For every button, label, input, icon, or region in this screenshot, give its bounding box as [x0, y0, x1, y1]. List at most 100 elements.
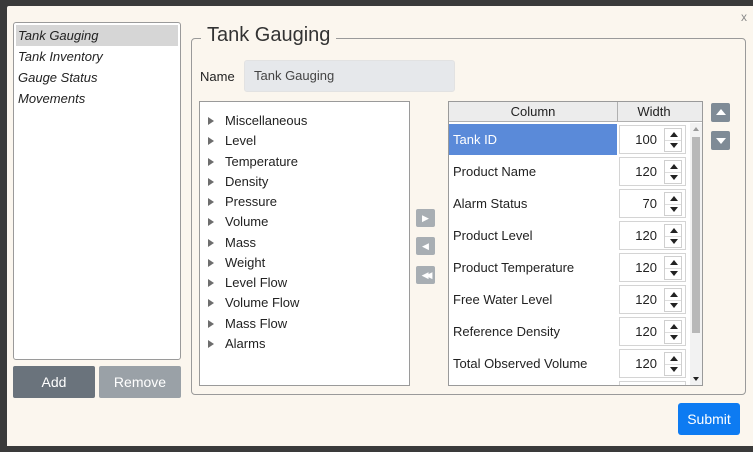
width-stepper[interactable]: 120 — [619, 253, 686, 282]
spin-down-icon[interactable] — [670, 303, 678, 308]
expand-triangle-icon[interactable] — [208, 178, 214, 186]
remove-button[interactable]: Remove — [99, 366, 181, 398]
spin-down-icon[interactable] — [670, 335, 678, 340]
tree-item-label: Level — [225, 133, 257, 148]
scroll-thumb[interactable] — [692, 137, 700, 333]
grid-scrollbar[interactable] — [690, 123, 702, 385]
move-down-icon[interactable] — [711, 131, 730, 150]
tree-item-density[interactable]: Density — [208, 172, 268, 192]
close-icon[interactable]: x — [741, 10, 753, 24]
tree-item-label: Weight — [225, 255, 266, 270]
row-name: Total Observed Volume — [453, 356, 588, 371]
name-field[interactable]: Tank Gauging — [244, 60, 455, 92]
spin-down-icon[interactable] — [670, 175, 678, 180]
width-stepper[interactable]: 120 — [619, 157, 686, 186]
spinner[interactable] — [664, 192, 682, 216]
scroll-up-icon[interactable] — [693, 127, 699, 131]
expand-triangle-icon[interactable] — [208, 117, 214, 125]
tree-item-level[interactable]: Level — [208, 131, 256, 151]
width-stepper[interactable]: 100 — [619, 125, 686, 154]
view-list: Tank Gauging Tank Inventory Gauge Status… — [13, 22, 181, 360]
spin-up-icon[interactable] — [670, 260, 678, 265]
spin-up-icon[interactable] — [670, 324, 678, 329]
table-row[interactable]: Reference Density 120 — [449, 316, 689, 347]
list-item-movements[interactable]: Movements — [14, 88, 180, 109]
add-button[interactable]: Add — [13, 366, 95, 398]
spinner[interactable] — [664, 128, 682, 152]
spin-down-icon[interactable] — [670, 367, 678, 372]
width-stepper[interactable] — [619, 381, 686, 385]
row-name: Reference Density — [453, 324, 560, 339]
width-stepper[interactable]: 70 — [619, 189, 686, 218]
spinner[interactable] — [664, 256, 682, 280]
name-label: Name — [200, 69, 235, 84]
expand-triangle-icon[interactable] — [208, 239, 214, 247]
width-value: 120 — [635, 260, 657, 275]
expand-triangle-icon[interactable] — [208, 320, 214, 328]
spin-up-icon[interactable] — [670, 356, 678, 361]
tree-item-volume[interactable]: Volume — [208, 212, 268, 232]
width-value: 120 — [635, 324, 657, 339]
spin-up-icon[interactable] — [670, 132, 678, 137]
spin-up-icon[interactable] — [670, 228, 678, 233]
list-item-tank-inventory[interactable]: Tank Inventory — [14, 46, 180, 67]
spinner[interactable] — [664, 288, 682, 312]
move-all-left-icon[interactable]: ◀◀ — [416, 266, 435, 284]
tree-item-volume-flow[interactable]: Volume Flow — [208, 293, 299, 313]
spinner[interactable] — [664, 224, 682, 248]
expand-triangle-icon[interactable] — [208, 259, 214, 267]
expand-triangle-icon[interactable] — [208, 158, 214, 166]
move-right-icon[interactable]: ▶ — [416, 209, 435, 227]
width-stepper[interactable]: 120 — [619, 317, 686, 346]
expand-triangle-icon[interactable] — [208, 198, 214, 206]
width-value: 120 — [635, 228, 657, 243]
table-row[interactable]: Product Name 120 — [449, 156, 689, 187]
spinner[interactable] — [664, 320, 682, 344]
table-row[interactable]: Tank ID 100 — [449, 124, 689, 155]
row-name: Tank ID — [449, 124, 617, 155]
spin-up-icon[interactable] — [670, 196, 678, 201]
tree-item-mass-flow[interactable]: Mass Flow — [208, 314, 287, 334]
table-row[interactable]: Alarm Status 70 — [449, 188, 689, 219]
table-row[interactable] — [449, 380, 689, 385]
tree-item-level-flow[interactable]: Level Flow — [208, 273, 287, 293]
list-item-tank-gauging[interactable]: Tank Gauging — [16, 25, 178, 46]
column-header[interactable]: Column — [449, 102, 618, 122]
expand-triangle-icon[interactable] — [208, 340, 214, 348]
spin-down-icon[interactable] — [670, 143, 678, 148]
expand-triangle-icon[interactable] — [208, 218, 214, 226]
table-row[interactable]: Total Observed Volume 120 — [449, 348, 689, 379]
spin-down-icon[interactable] — [670, 271, 678, 276]
tree-item-label: Alarms — [225, 336, 266, 351]
table-row[interactable]: Product Level 120 — [449, 220, 689, 251]
tree-item-weight[interactable]: Weight — [208, 253, 265, 273]
width-header[interactable]: Width — [618, 102, 690, 122]
spin-up-icon[interactable] — [670, 292, 678, 297]
spin-down-icon[interactable] — [670, 207, 678, 212]
move-up-icon[interactable] — [711, 103, 730, 122]
move-left-icon[interactable]: ◀ — [416, 237, 435, 255]
spin-down-icon[interactable] — [670, 239, 678, 244]
width-value: 100 — [635, 132, 657, 147]
table-row[interactable]: Free Water Level 120 — [449, 284, 689, 315]
width-stepper[interactable]: 120 — [619, 285, 686, 314]
spinner[interactable] — [664, 352, 682, 376]
expand-triangle-icon[interactable] — [208, 137, 214, 145]
width-stepper[interactable]: 120 — [619, 349, 686, 378]
spinner[interactable] — [664, 160, 682, 184]
expand-triangle-icon[interactable] — [208, 279, 214, 287]
submit-button[interactable]: Submit — [678, 403, 740, 435]
tree-item-mass[interactable]: Mass — [208, 233, 256, 253]
tree-item-miscellaneous[interactable]: Miscellaneous — [208, 111, 307, 131]
tree-item-pressure[interactable]: Pressure — [208, 192, 277, 212]
move-down-triangle — [716, 138, 726, 144]
scroll-down-icon[interactable] — [693, 377, 699, 381]
list-item-gauge-status[interactable]: Gauge Status — [14, 67, 180, 88]
expand-triangle-icon[interactable] — [208, 299, 214, 307]
tree-item-alarms[interactable]: Alarms — [208, 334, 265, 354]
columns-grid: Column Width Tank ID 100 Product Name 12… — [448, 101, 703, 386]
spin-up-icon[interactable] — [670, 164, 678, 169]
tree-item-temperature[interactable]: Temperature — [208, 152, 298, 172]
table-row[interactable]: Product Temperature 120 — [449, 252, 689, 283]
width-stepper[interactable]: 120 — [619, 221, 686, 250]
